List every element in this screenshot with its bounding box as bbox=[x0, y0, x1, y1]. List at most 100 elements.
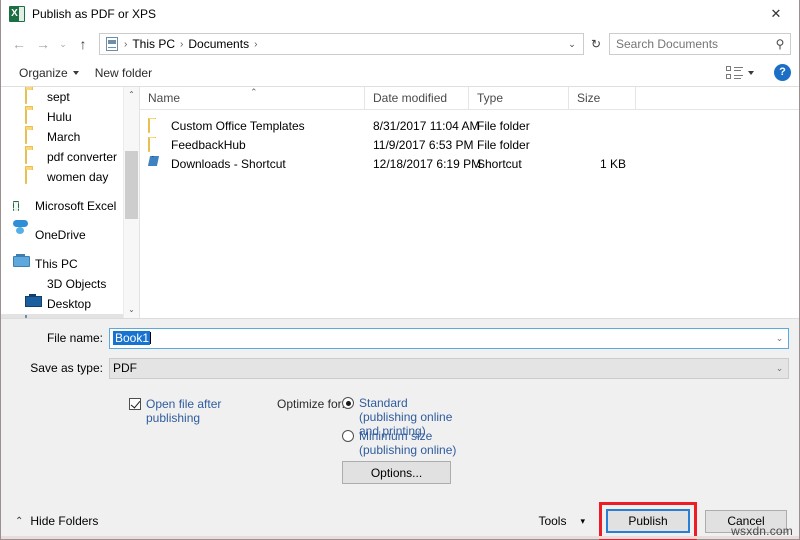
radio-icon[interactable] bbox=[342, 397, 354, 409]
up-icon[interactable]: ↑ bbox=[71, 32, 95, 56]
open-after-publishing-label: Open file after publishing bbox=[146, 397, 259, 425]
organize-button[interactable]: Organize bbox=[11, 63, 87, 83]
tree-item-women-day[interactable]: women day bbox=[1, 167, 139, 187]
tree-item-onedrive[interactable]: OneDrive bbox=[1, 225, 139, 245]
hide-folders-button[interactable]: ⌃ Hide Folders bbox=[15, 514, 98, 528]
column-header-date-modified[interactable]: Date modified bbox=[365, 87, 469, 110]
sort-ascending-icon: ⌃ bbox=[250, 87, 258, 97]
scroll-up-icon[interactable]: ⌃ bbox=[124, 87, 139, 103]
breadcrumb-item-this-pc[interactable]: This PC bbox=[128, 37, 179, 51]
file-name-label: File name: bbox=[1, 331, 109, 345]
this-pc-icon bbox=[13, 256, 29, 272]
options-button[interactable]: Options... bbox=[342, 461, 451, 484]
shortcut-icon bbox=[148, 156, 164, 172]
column-header-name[interactable]: Name ⌃ bbox=[140, 87, 365, 110]
search-icon[interactable]: ⚲ bbox=[770, 37, 790, 51]
search-input[interactable] bbox=[610, 36, 770, 52]
radio-minimum-row: Minimum size (publishing online) bbox=[342, 429, 460, 457]
tree-item-label: OneDrive bbox=[35, 228, 86, 242]
tree-group-gap bbox=[1, 245, 139, 254]
checkbox-icon[interactable] bbox=[129, 398, 141, 410]
close-icon[interactable]: ✕ bbox=[753, 0, 799, 28]
file-list: Name ⌃ Date modified Type Size Custom Of… bbox=[140, 87, 799, 318]
publish-button[interactable]: Publish bbox=[607, 510, 689, 532]
chevron-down-icon: ▾ bbox=[580, 516, 585, 527]
file-name-cell: FeedbackHub bbox=[140, 137, 365, 153]
tree-item-march[interactable]: March bbox=[1, 127, 139, 147]
file-date-cell: 8/31/2017 11:04 AM bbox=[365, 119, 469, 133]
chevron-up-icon: ⌃ bbox=[15, 516, 23, 527]
tree-item-pdf-converter[interactable]: pdf converter bbox=[1, 147, 139, 167]
column-header-row: Name ⌃ Date modified Type Size bbox=[140, 87, 799, 110]
column-header-label: Name bbox=[148, 91, 180, 105]
tree-item-sept[interactable]: sept 📌 bbox=[1, 87, 139, 107]
forward-icon[interactable]: → bbox=[31, 32, 55, 56]
file-name-label: Custom Office Templates bbox=[171, 119, 305, 133]
save-as-type-row: Save as type: PDF ⌄ bbox=[1, 357, 799, 379]
tree-item-hulu[interactable]: Hulu bbox=[1, 107, 139, 127]
table-row[interactable]: Downloads - Shortcut 12/18/2017 6:19 PM … bbox=[140, 154, 799, 173]
browse-area: sept 📌 Hulu March pdf converter women da… bbox=[1, 87, 799, 319]
file-name-cell: Custom Office Templates bbox=[140, 118, 365, 134]
chevron-down-icon[interactable]: ⌄ bbox=[563, 39, 581, 50]
file-name-value-wrap: Book1 bbox=[110, 331, 771, 345]
search-box[interactable]: ⚲ bbox=[609, 33, 791, 55]
file-name-input[interactable]: Book1 ⌄ bbox=[109, 328, 789, 349]
change-view-button[interactable] bbox=[718, 63, 762, 83]
tree-item-label: Documents bbox=[47, 317, 108, 318]
tree-item-documents[interactable]: Documents bbox=[1, 314, 139, 318]
scrollbar-thumb[interactable] bbox=[125, 151, 138, 219]
dialog-footer: ⌃ Hide Folders Tools ▾ Publish Cancel ws… bbox=[1, 503, 799, 539]
radio-icon[interactable] bbox=[342, 430, 354, 442]
chevron-down-icon bbox=[748, 71, 754, 75]
folder-icon bbox=[25, 129, 41, 145]
tools-button[interactable]: Tools ▾ bbox=[534, 510, 589, 532]
column-header-size[interactable]: Size bbox=[569, 87, 636, 110]
file-name-label: Downloads - Shortcut bbox=[171, 157, 286, 171]
tree-item-microsoft-excel[interactable]: X Microsoft Excel bbox=[1, 196, 139, 216]
recent-locations-icon[interactable]: ⌄ bbox=[55, 32, 71, 56]
title-bar: X Publish as PDF or XPS ✕ bbox=[1, 0, 799, 29]
save-form: File name: Book1 ⌄ Save as type: PDF ⌄ O… bbox=[1, 319, 799, 503]
file-type-cell: File folder bbox=[469, 119, 569, 133]
tree-item-3d-objects[interactable]: 3D Objects bbox=[1, 274, 139, 294]
tree-item-label: sept bbox=[47, 90, 70, 104]
scroll-down-icon[interactable]: ⌄ bbox=[124, 302, 139, 318]
breadcrumb-item-documents[interactable]: Documents bbox=[184, 37, 253, 51]
file-date-cell: 11/9/2017 6:53 PM bbox=[365, 138, 469, 152]
file-size-cell: 1 KB bbox=[569, 157, 636, 171]
folder-icon bbox=[25, 149, 41, 165]
tools-label: Tools bbox=[538, 514, 566, 528]
tree-scrollbar[interactable]: ⌃ ⌄ bbox=[123, 87, 139, 318]
tree-item-desktop[interactable]: Desktop bbox=[1, 294, 139, 314]
hide-folders-label: Hide Folders bbox=[30, 514, 98, 528]
save-as-type-label: Save as type: bbox=[1, 361, 109, 375]
back-icon[interactable]: ← bbox=[7, 32, 31, 56]
breadcrumb[interactable]: › This PC › Documents › ⌄ bbox=[99, 33, 584, 55]
column-header-type[interactable]: Type bbox=[469, 87, 569, 110]
folder-icon bbox=[148, 118, 164, 134]
save-as-type-select[interactable]: PDF ⌄ bbox=[109, 358, 789, 379]
table-row[interactable]: FeedbackHub 11/9/2017 6:53 PM File folde… bbox=[140, 135, 799, 154]
radio-minimum-size[interactable]: Minimum size (publishing online) bbox=[342, 429, 460, 457]
tree-group-gap bbox=[1, 187, 139, 196]
chevron-down-icon[interactable]: ⌄ bbox=[771, 333, 788, 344]
documents-icon bbox=[104, 36, 120, 52]
chevron-down-icon[interactable]: ⌄ bbox=[771, 363, 788, 374]
new-folder-label: New folder bbox=[95, 66, 152, 80]
command-toolbar: Organize New folder ? bbox=[1, 59, 799, 87]
file-date-cell: 12/18/2017 6:19 PM bbox=[365, 157, 469, 171]
breadcrumb-separator: › bbox=[253, 39, 258, 50]
documents-icon bbox=[25, 316, 41, 318]
open-after-publishing-checkbox[interactable]: Open file after publishing bbox=[129, 397, 259, 425]
refresh-icon[interactable]: ↻ bbox=[585, 33, 607, 55]
tree-item-this-pc[interactable]: This PC bbox=[1, 254, 139, 274]
tree-item-label: Hulu bbox=[47, 110, 72, 124]
publish-highlight-box: Publish bbox=[599, 502, 697, 540]
table-row[interactable]: Custom Office Templates 8/31/2017 11:04 … bbox=[140, 116, 799, 135]
new-folder-button[interactable]: New folder bbox=[87, 63, 160, 83]
3d-objects-icon bbox=[25, 276, 41, 292]
chevron-down-icon bbox=[73, 71, 79, 75]
help-icon[interactable]: ? bbox=[774, 64, 791, 81]
text-caret bbox=[150, 332, 151, 344]
